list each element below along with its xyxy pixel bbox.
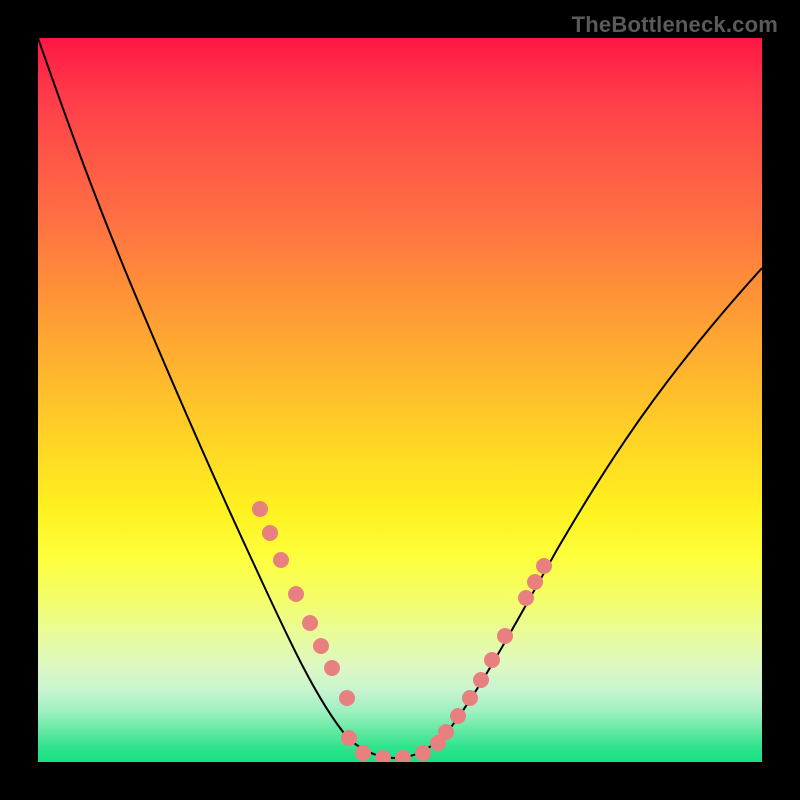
marker-dot <box>518 590 534 606</box>
watermark-text: TheBottleneck.com <box>572 12 778 38</box>
marker-dot <box>355 745 371 761</box>
marker-dot <box>375 750 391 762</box>
marker-dot <box>288 586 304 602</box>
marker-dot <box>473 672 489 688</box>
marker-dot <box>313 638 329 654</box>
marker-dot <box>252 501 268 517</box>
marker-dot <box>324 660 340 676</box>
chart-container: TheBottleneck.com <box>0 0 800 800</box>
marker-dot <box>484 652 500 668</box>
curve-svg-layer <box>38 38 762 762</box>
marker-dot <box>395 750 411 762</box>
marker-dot <box>339 690 355 706</box>
marker-dot <box>497 628 513 644</box>
marker-dot <box>438 724 454 740</box>
marker-dot <box>273 552 289 568</box>
marker-dot <box>536 558 552 574</box>
marker-dot <box>302 615 318 631</box>
marker-dot <box>450 708 466 724</box>
bottleneck-curve <box>38 38 762 758</box>
marker-dot <box>462 690 478 706</box>
marker-dot <box>262 525 278 541</box>
marker-dot <box>341 730 357 746</box>
marker-dot <box>415 745 431 761</box>
marker-dot <box>527 574 543 590</box>
